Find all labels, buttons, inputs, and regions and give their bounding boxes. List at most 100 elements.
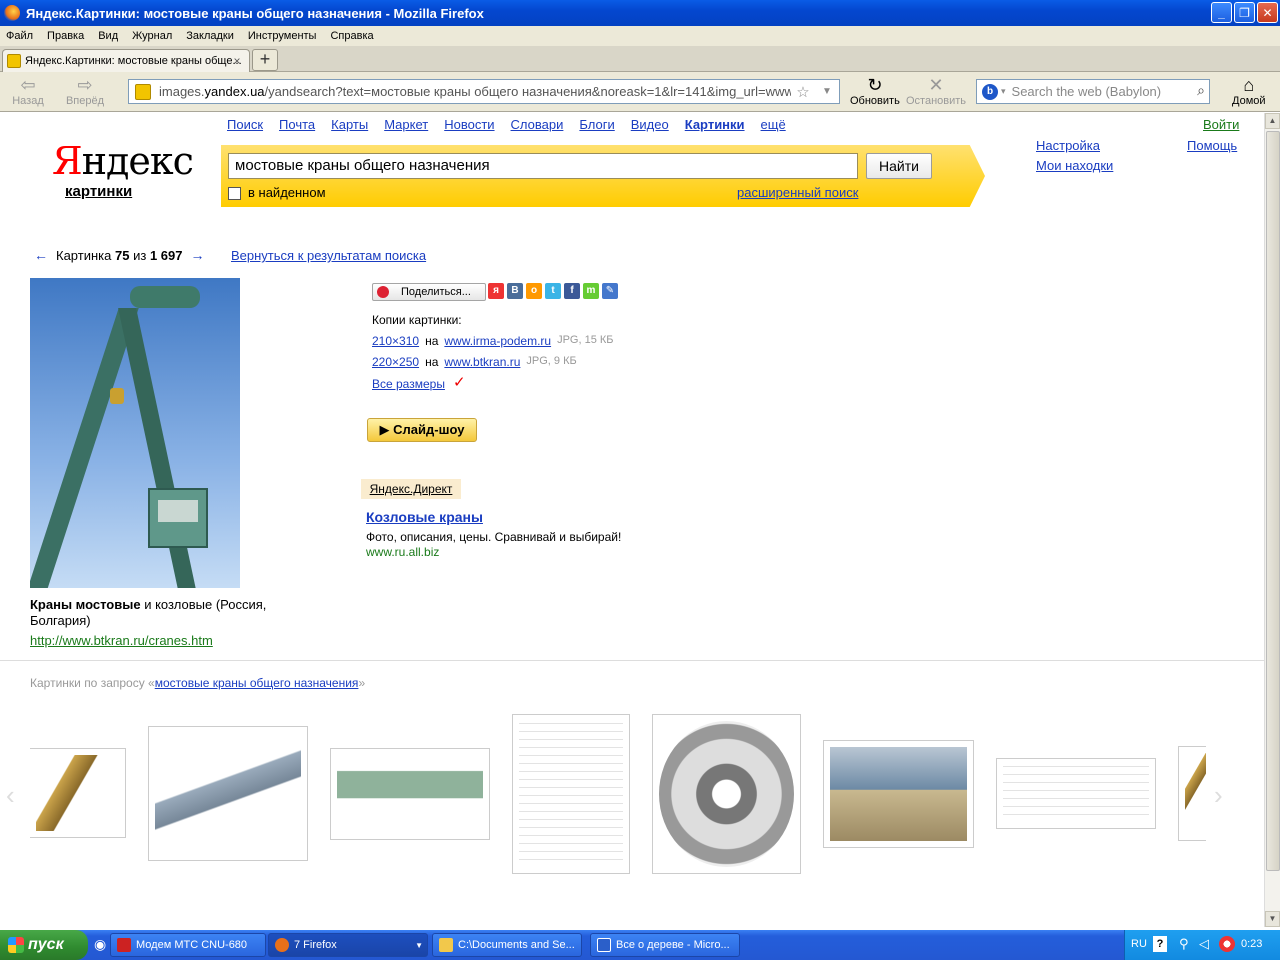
livejournal-icon[interactable]: ✎ bbox=[602, 283, 618, 299]
copy-size-link[interactable]: 220×250 bbox=[372, 355, 419, 369]
in-found-checkbox[interactable] bbox=[228, 187, 241, 200]
menu-tools[interactable]: Инструменты bbox=[248, 30, 317, 42]
page-scrollbar[interactable]: ▲ ▼ bbox=[1264, 113, 1280, 927]
network-icon[interactable]: ⚲ bbox=[1179, 936, 1189, 952]
copy-size-link[interactable]: 210×310 bbox=[372, 334, 419, 348]
reload-button[interactable]: ↻ Обновить bbox=[850, 75, 900, 107]
url-dropdown-icon[interactable]: ▼ bbox=[815, 86, 839, 97]
opera-icon[interactable] bbox=[1219, 936, 1235, 952]
yandex-favicon-icon bbox=[7, 54, 21, 68]
carousel-thumbnail[interactable] bbox=[823, 740, 974, 848]
carousel-thumbnail[interactable] bbox=[512, 714, 630, 874]
address-bar[interactable]: images.yandex.ua/yandsearch?text=мостовы… bbox=[128, 79, 840, 104]
nav-search[interactable]: Поиск bbox=[227, 117, 263, 132]
scroll-up-icon[interactable]: ▲ bbox=[1265, 113, 1280, 129]
all-sizes-link[interactable]: Все размеры bbox=[372, 377, 445, 391]
nav-market[interactable]: Маркет bbox=[384, 117, 428, 132]
bookmark-star-icon[interactable]: ☆ bbox=[791, 83, 815, 101]
back-button[interactable]: ⇦ Назад bbox=[8, 75, 48, 107]
back-to-results-link[interactable]: Вернуться к результатам поиска bbox=[231, 248, 426, 263]
babylon-icon[interactable]: b bbox=[982, 83, 998, 100]
engine-dropdown-icon[interactable]: ▾ bbox=[1001, 86, 1006, 97]
carousel-thumbnail[interactable] bbox=[30, 748, 126, 838]
ad-url[interactable]: www.ru.all.biz bbox=[366, 545, 439, 559]
next-image-link[interactable]: → bbox=[190, 247, 204, 263]
nav-maps[interactable]: Карты bbox=[331, 117, 368, 132]
help-link[interactable]: Помощь bbox=[1187, 138, 1237, 153]
copy-site-link[interactable]: www.irma-podem.ru bbox=[444, 334, 551, 348]
navigation-toolbar: ⇦ Назад ⇨ Вперёд images.yandex.ua/yandse… bbox=[0, 72, 1280, 112]
forward-button[interactable]: ⇨ Вперёд bbox=[62, 75, 108, 107]
moimir-icon[interactable]: m bbox=[583, 283, 599, 299]
vkontakte-icon[interactable]: В bbox=[507, 283, 523, 299]
slideshow-button[interactable]: ▶ Слайд-шоу bbox=[367, 418, 477, 442]
carousel-thumbnail[interactable] bbox=[996, 758, 1156, 829]
help-icon[interactable]: ? bbox=[1153, 936, 1167, 952]
nav-blogs[interactable]: Блоги bbox=[579, 117, 614, 132]
nav-more[interactable]: ещё bbox=[761, 117, 786, 132]
image-source-link[interactable]: http://www.btkran.ru/cranes.htm bbox=[30, 633, 213, 648]
close-button[interactable]: ✕ bbox=[1257, 2, 1278, 23]
share-button[interactable]: Поделиться... bbox=[372, 283, 486, 301]
volume-icon[interactable]: ◁ bbox=[1199, 936, 1209, 952]
menu-edit[interactable]: Правка bbox=[47, 30, 84, 42]
related-query-link[interactable]: мостовые краны общего назначения bbox=[155, 676, 359, 690]
main-image[interactable] bbox=[30, 278, 240, 588]
nav-news[interactable]: Новости bbox=[444, 117, 494, 132]
related-query: Картинки по запросу «мостовые краны обще… bbox=[30, 676, 366, 690]
settings-link[interactable]: Настройка bbox=[1036, 138, 1100, 153]
carousel-thumbnail[interactable] bbox=[652, 714, 801, 874]
language-indicator[interactable]: RU bbox=[1131, 938, 1147, 950]
search-icon[interactable]: ⌕ bbox=[1197, 82, 1205, 99]
taskbar-item[interactable]: C:\Documents and Se... bbox=[432, 933, 582, 957]
ad-title-link[interactable]: Козловые краны bbox=[366, 509, 483, 525]
image-pager: ← Картинка 75 из 1 697 → bbox=[34, 247, 204, 263]
facebook-icon[interactable]: f bbox=[564, 283, 580, 299]
web-search-box[interactable]: b ▾ Search the web (Babylon) ⌕ bbox=[976, 79, 1210, 104]
stop-button[interactable]: ✕ Остановить bbox=[906, 75, 966, 107]
taskbar-item[interactable]: Модем МТС CNU-680 bbox=[110, 933, 266, 957]
back-arrow-icon: ⇦ bbox=[20, 75, 36, 95]
scrollbar-thumb[interactable] bbox=[1266, 131, 1280, 871]
carousel-thumbnail[interactable] bbox=[330, 748, 490, 840]
yandex-direct-label[interactable]: Яндекс.Директ bbox=[361, 479, 461, 499]
nav-dictionaries[interactable]: Словари bbox=[511, 117, 564, 132]
taskbar-item[interactable]: Все о дереве - Micro... bbox=[590, 933, 740, 957]
twitter-icon[interactable]: t bbox=[545, 283, 561, 299]
ya-share-icon[interactable]: я bbox=[488, 283, 504, 299]
nav-mail[interactable]: Почта bbox=[279, 117, 315, 132]
nav-video[interactable]: Видео bbox=[631, 117, 669, 132]
home-icon: ⌂ bbox=[1243, 75, 1255, 95]
carousel-left-icon[interactable]: ‹ bbox=[6, 779, 18, 811]
tab-bar: Яндекс.Картинки: мостовые краны обще... … bbox=[0, 46, 1280, 72]
maximize-button[interactable]: ❐ bbox=[1234, 2, 1255, 23]
nav-images[interactable]: Картинки bbox=[685, 117, 745, 132]
menu-history[interactable]: Журнал bbox=[132, 30, 172, 42]
tab-close-icon[interactable]: × bbox=[231, 55, 243, 67]
menu-help[interactable]: Справка bbox=[330, 30, 373, 42]
my-finds-link[interactable]: Мои находки bbox=[1036, 158, 1113, 173]
carousel-thumbnail[interactable] bbox=[1178, 746, 1206, 841]
odnoklassniki-icon[interactable]: о bbox=[526, 283, 542, 299]
menu-view[interactable]: Вид bbox=[98, 30, 118, 42]
carousel-thumbnail[interactable] bbox=[148, 726, 308, 861]
search-input[interactable]: мостовые краны общего назначения bbox=[228, 153, 858, 179]
scroll-down-icon[interactable]: ▼ bbox=[1265, 911, 1280, 927]
address-url[interactable]: images.yandex.ua/yandsearch?text=мостовы… bbox=[159, 84, 791, 99]
minimize-button[interactable]: _ bbox=[1211, 2, 1232, 23]
new-tab-button[interactable]: + bbox=[252, 49, 278, 71]
carousel-right-icon[interactable]: › bbox=[1214, 779, 1226, 811]
taskbar-item[interactable]: 7 Firefox ▼ bbox=[268, 933, 428, 957]
prev-image-link[interactable]: ← bbox=[34, 247, 48, 263]
start-button[interactable]: пуск bbox=[0, 930, 88, 960]
search-button[interactable]: Найти bbox=[866, 153, 932, 179]
advanced-search-link[interactable]: расширенный поиск bbox=[737, 185, 858, 200]
tab-yandex-images[interactable]: Яндекс.Картинки: мостовые краны обще... … bbox=[2, 49, 250, 72]
menu-file[interactable]: Файл bbox=[6, 30, 33, 42]
menu-bookmarks[interactable]: Закладки bbox=[186, 30, 234, 42]
copy-site-link[interactable]: www.btkran.ru bbox=[444, 355, 520, 369]
yandex-logo[interactable]: Яндекс bbox=[52, 139, 194, 183]
login-link[interactable]: Войти bbox=[1203, 117, 1239, 132]
home-button[interactable]: ⌂ Домой bbox=[1232, 75, 1266, 107]
images-service-label[interactable]: картинки bbox=[65, 183, 132, 200]
